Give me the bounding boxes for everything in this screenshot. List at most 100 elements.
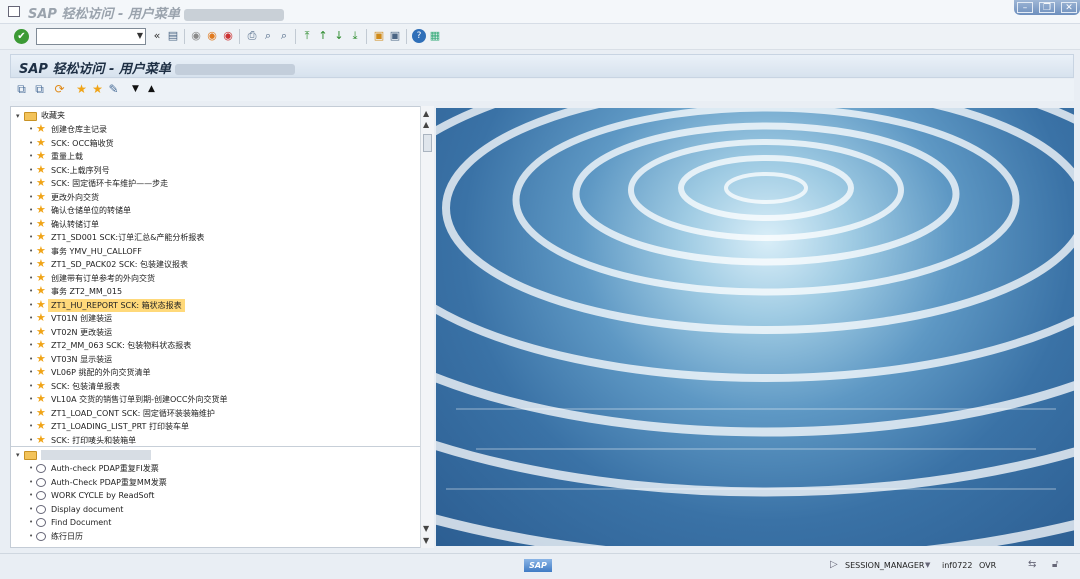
chevron-down-icon[interactable]: ▼ — [925, 561, 930, 569]
help-icon[interactable]: ? — [412, 29, 426, 43]
collapse-icon[interactable]: ▾ — [16, 109, 20, 123]
customize-layout-icon[interactable]: ▦ — [428, 29, 442, 43]
double-left-icon[interactable]: « — [150, 29, 164, 43]
find-icon[interactable]: ⌕ — [261, 29, 275, 43]
standard-toolbar: ✔ ▼ « ▤ ◉ ◉ ◉ ⎙ ⌕ ⌕ ⤒ ↑ ↓ ⤓ ▣ ▣ ? ▦ — [0, 24, 1080, 50]
status-settings-icon[interactable]: ⇆ — [1028, 559, 1036, 570]
star-icon: ★ — [36, 405, 46, 419]
status-bar: SAP ▷ SESSION_MANAGER ▼ inf0722 OVR ⇆ 🔓︎ — [0, 553, 1080, 579]
bullet-icon: • — [29, 354, 34, 363]
water-ripples-graphic — [436, 108, 1074, 546]
screen-title-bar: SAP 轻松访问 - 用户菜单 — [10, 54, 1074, 78]
bullet-icon: • — [29, 435, 34, 444]
next-page-icon[interactable]: ↓ — [332, 29, 346, 43]
bullet-icon: • — [29, 246, 34, 255]
bullet-icon: • — [29, 273, 34, 282]
scroll-down-icon[interactable]: ▼ — [423, 536, 429, 545]
move-up-icon[interactable]: ▲ — [144, 82, 159, 97]
easy-access-background-image — [436, 108, 1074, 546]
user-menu-tree: ▾ 收藏夹 • ★ 创建仓库主记录 • ★ SCK: OCC箱收货 • ★ 重量上载 • ★ SCK:… — [10, 106, 434, 548]
window-controls: – ❐ ✕ — [1014, 0, 1080, 15]
user-menu-icon[interactable]: ⟳ — [52, 82, 67, 97]
window-title: SAP 轻松访问 - 用户菜单 — [28, 3, 284, 22]
toolbar-separator — [406, 29, 407, 44]
bullet-icon: • — [29, 408, 34, 417]
star-icon: ★ — [36, 270, 46, 284]
chevron-down-icon[interactable]: ▼ — [137, 31, 143, 40]
star-icon: ★ — [36, 176, 46, 189]
insert-mode: OVR — [979, 561, 997, 570]
bullet-icon: • — [29, 287, 34, 295]
scroll-up-icon[interactable]: ▲ — [423, 109, 429, 118]
bullet-icon: • — [29, 300, 34, 309]
toolbar-separator — [184, 29, 185, 44]
scroll-thumb[interactable] — [423, 134, 432, 152]
star-icon: ★ — [36, 162, 46, 176]
move-down-icon[interactable]: ▼ — [128, 82, 143, 97]
lock-icon[interactable]: 🔓︎ — [1052, 559, 1058, 570]
transaction-icon — [36, 477, 46, 487]
server-name: inf0722 — [942, 561, 973, 570]
star-icon: ★ — [36, 324, 46, 338]
add-favorite-icon[interactable]: ★ — [74, 82, 89, 97]
bullet-icon: • — [29, 165, 34, 174]
cancel-icon[interactable]: ◉ — [221, 29, 235, 43]
tree-scrollbar[interactable]: ▲ ▲ ▼ ▼ — [420, 106, 434, 548]
window-app-icon — [8, 6, 20, 17]
new-session-icon[interactable]: ▣ — [372, 29, 386, 43]
window-title-bar: SAP 轻松访问 - 用户菜单 – ❐ ✕ — [0, 0, 1080, 24]
bullet-icon: • — [29, 179, 34, 187]
other-menu-icon[interactable]: ⧉ — [14, 82, 29, 97]
sap-menu-icon[interactable]: ⧉ — [32, 82, 47, 97]
star-icon: ★ — [36, 257, 46, 270]
bullet-icon: • — [29, 531, 34, 540]
minimize-icon[interactable]: – — [1017, 2, 1033, 13]
exit-icon[interactable]: ◉ — [205, 29, 219, 43]
scroll-down-icon[interactable]: ▼ — [423, 524, 429, 533]
back-icon[interactable]: ◉ — [189, 29, 203, 43]
toolbar-separator — [295, 29, 296, 44]
print-icon[interactable]: ⎙ — [245, 29, 259, 43]
delete-favorite-icon[interactable]: ★ — [90, 82, 105, 97]
collapse-icon[interactable]: ▾ — [16, 448, 20, 462]
play-icon[interactable]: ▷ — [830, 559, 838, 570]
edit-favorite-icon[interactable]: ✎ — [106, 82, 121, 97]
star-icon: ★ — [36, 149, 46, 162]
bullet-icon: • — [29, 518, 34, 526]
sap-logo: SAP — [524, 559, 552, 572]
scroll-up-icon[interactable]: ▲ — [423, 120, 429, 129]
star-icon: ★ — [36, 122, 46, 135]
session-info[interactable]: SESSION_MANAGER — [845, 561, 924, 570]
bullet-icon: • — [29, 381, 34, 390]
last-page-icon[interactable]: ⤓ — [348, 29, 362, 43]
star-icon: ★ — [36, 189, 46, 203]
restore-icon[interactable]: ❐ — [1039, 2, 1055, 13]
enter-button[interactable]: ✔ — [14, 29, 29, 44]
bullet-icon: • — [29, 491, 34, 499]
close-icon[interactable]: ✕ — [1061, 2, 1077, 13]
redacted-text — [183, 8, 284, 21]
toolbar-separator — [366, 29, 367, 44]
star-icon: ★ — [36, 243, 46, 257]
star-icon: ★ — [36, 297, 46, 311]
folder-icon — [24, 451, 37, 460]
folder-icon — [24, 112, 37, 121]
bullet-icon: • — [29, 152, 34, 160]
bullet-icon: • — [29, 368, 34, 376]
application-toolbar: ⧉ ⧉ ⟳ ★ ★ ✎ ▼ ▲ — [10, 79, 1074, 101]
first-page-icon[interactable]: ⤒ — [300, 29, 314, 43]
command-field[interactable]: ▼ — [36, 28, 146, 45]
save-icon[interactable]: ▤ — [166, 29, 180, 43]
transaction-icon — [36, 504, 46, 514]
star-icon: ★ — [36, 432, 46, 446]
star-icon: ★ — [36, 135, 46, 149]
previous-page-icon[interactable]: ↑ — [316, 29, 330, 43]
transaction-icon — [36, 531, 46, 541]
shortcut-icon[interactable]: ▣ — [388, 29, 402, 43]
redacted-text — [174, 64, 295, 75]
star-icon: ★ — [36, 338, 46, 351]
transaction-icon — [36, 491, 46, 500]
find-next-icon[interactable]: ⌕ — [277, 29, 291, 43]
bullet-icon: • — [29, 327, 34, 336]
bullet-icon: • — [29, 477, 34, 486]
